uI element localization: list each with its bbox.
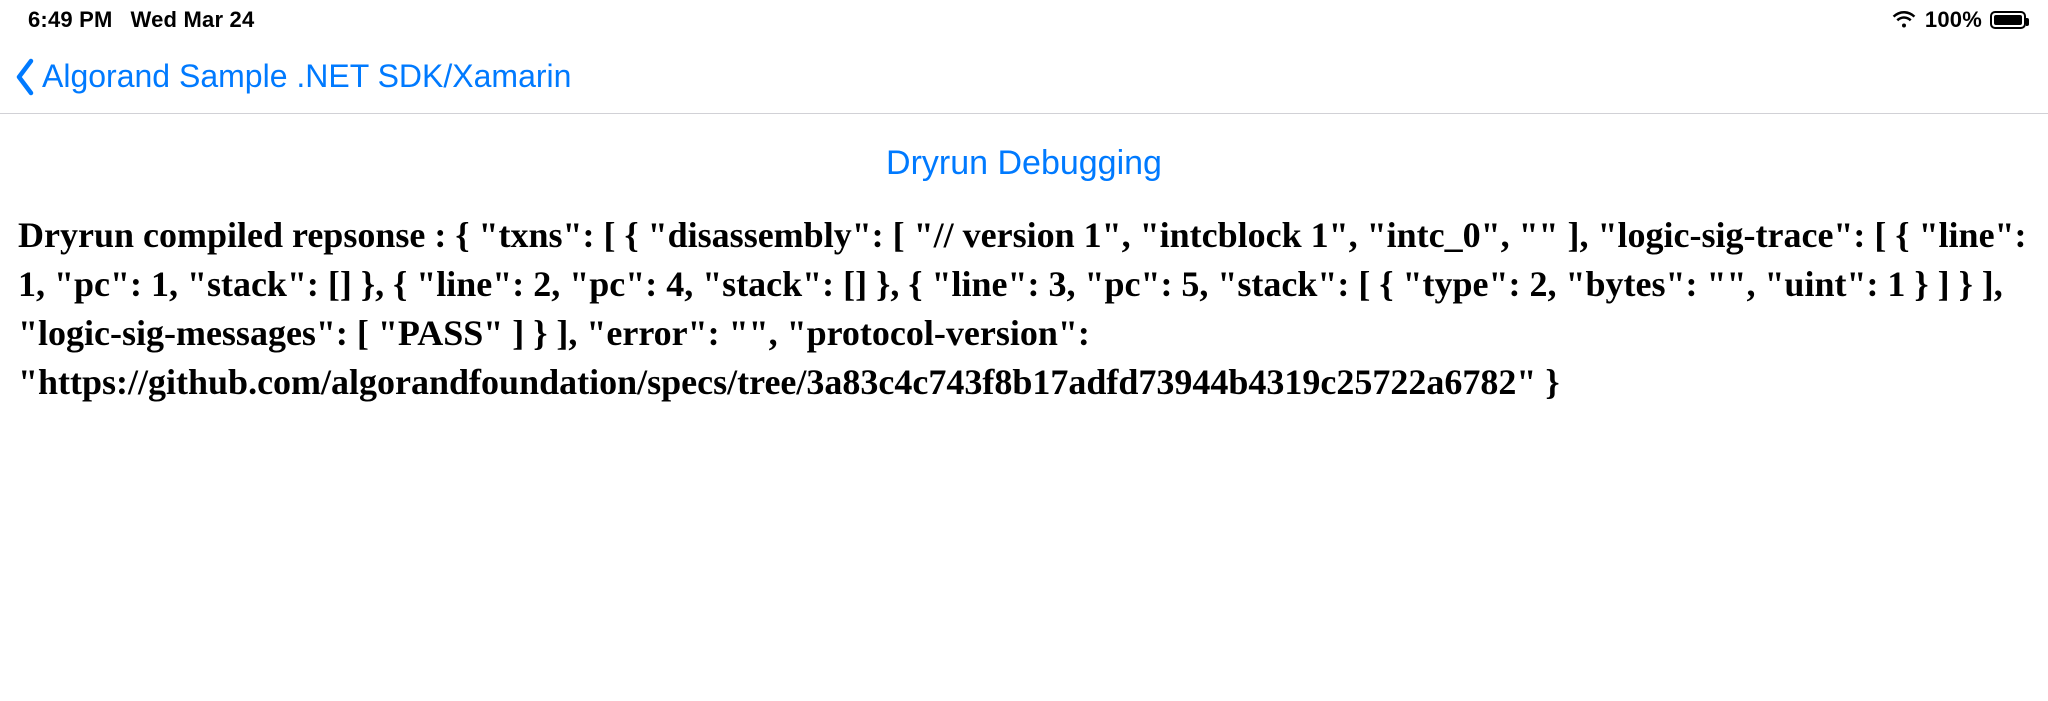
chevron-left-icon [14,57,36,97]
status-bar: 6:49 PM Wed Mar 24 100% [0,0,2048,40]
status-date: Wed Mar 24 [131,7,255,33]
wifi-icon [1891,10,1917,30]
status-time: 6:49 PM [28,7,113,33]
battery-percent: 100% [1925,7,1982,33]
dryrun-response-text: Dryrun compiled repsonse : { "txns": [ {… [0,211,2048,407]
nav-bar: Algorand Sample .NET SDK/Xamarin [0,40,2048,114]
back-button[interactable]: Algorand Sample .NET SDK/Xamarin [14,57,571,97]
page-title: Dryrun Debugging [0,114,2048,211]
battery-icon [1990,11,2026,29]
back-button-label: Algorand Sample .NET SDK/Xamarin [42,58,571,95]
